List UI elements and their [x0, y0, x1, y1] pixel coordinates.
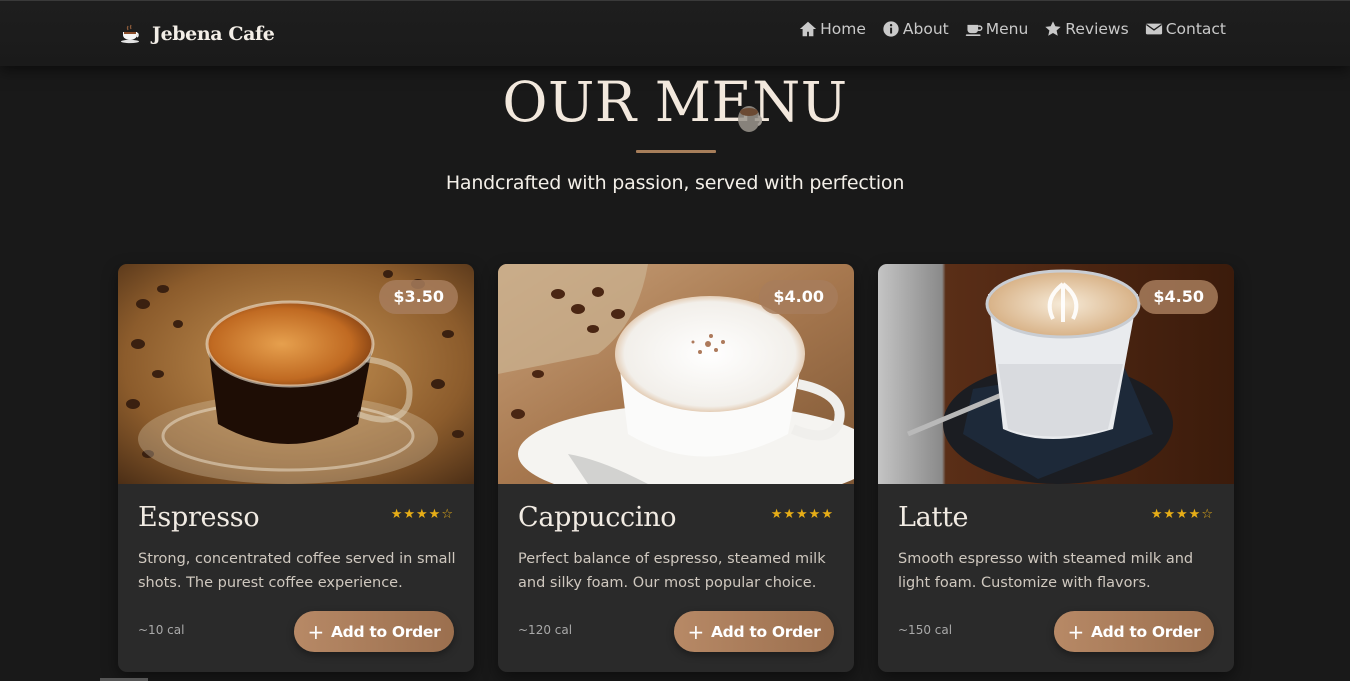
nav-link-home[interactable]: Home	[799, 20, 866, 38]
rating-stars: ★★★★★	[770, 507, 834, 522]
price-badge: $3.50	[379, 280, 458, 314]
page-subtitle: Handcrafted with passion, served with pe…	[445, 172, 905, 194]
nav-link-label: Menu	[985, 20, 1029, 38]
item-description: Smooth espresso with steamed milk and li…	[898, 551, 1194, 591]
page-title: OUR MENU	[502, 70, 848, 134]
price-badge: $4.50	[1139, 280, 1218, 314]
add-to-order-button[interactable]: + Add to Order	[674, 611, 834, 652]
item-name: Espresso	[138, 502, 260, 533]
menu-card-espresso: $3.50 Espresso ★★★★☆ Strong, concentrate…	[118, 264, 474, 672]
nav-link-label: Reviews	[1065, 20, 1129, 38]
nav-link-reviews[interactable]: Reviews	[1044, 20, 1129, 38]
item-name: Cappuccino	[518, 502, 677, 533]
menu-card-cappuccino: $4.00 Cappuccino ★★★★★ Perfect balance o…	[498, 264, 854, 672]
info-icon	[883, 21, 899, 37]
item-description: Perfect balance of espresso, steamed mil…	[518, 551, 826, 591]
nav-link-menu[interactable]: Menu	[965, 20, 1029, 38]
nav-links: Home About Menu Reviews Contact	[799, 20, 1226, 38]
brand-logo[interactable]: Jebena Cafe	[119, 21, 275, 47]
calories: ~10 cal	[138, 623, 185, 637]
nav-link-label: About	[902, 20, 949, 38]
plus-icon: +	[1067, 619, 1085, 644]
nav-link-contact[interactable]: Contact	[1145, 20, 1226, 38]
item-description: Strong, concentrated coffee served in sm…	[138, 551, 456, 591]
title-underline	[636, 150, 716, 153]
button-label: Add to Order	[1090, 622, 1201, 641]
plus-icon: +	[687, 619, 705, 644]
calories: ~150 cal	[898, 623, 953, 637]
coffee-cup-icon	[738, 106, 763, 132]
add-to-order-button[interactable]: + Add to Order	[1054, 611, 1214, 652]
coffee-icon	[965, 24, 983, 36]
navbar: Jebena Cafe Home About Menu Reviews Cont…	[0, 0, 1350, 66]
star-icon	[1045, 21, 1061, 36]
add-to-order-button[interactable]: + Add to Order	[294, 611, 454, 652]
envelope-icon	[1145, 23, 1162, 35]
rating-stars: ★★★★☆	[390, 507, 454, 522]
home-icon	[800, 21, 817, 37]
nav-link-label: Contact	[1165, 20, 1226, 38]
menu-card-latte: $4.50 Latte ★★★★☆ Smooth espresso with s…	[878, 264, 1234, 672]
item-name: Latte	[898, 502, 969, 533]
brand-name: Jebena Cafe	[152, 23, 275, 45]
price-badge: $4.00	[759, 280, 838, 314]
rating-stars: ★★★★☆	[1150, 507, 1214, 522]
calories: ~120 cal	[518, 623, 573, 637]
button-label: Add to Order	[330, 622, 441, 641]
plus-icon: +	[307, 619, 325, 644]
nav-link-label: Home	[820, 20, 866, 38]
nav-link-about[interactable]: About	[882, 20, 949, 38]
coffee-cup-icon	[121, 24, 139, 44]
button-label: Add to Order	[710, 622, 821, 641]
